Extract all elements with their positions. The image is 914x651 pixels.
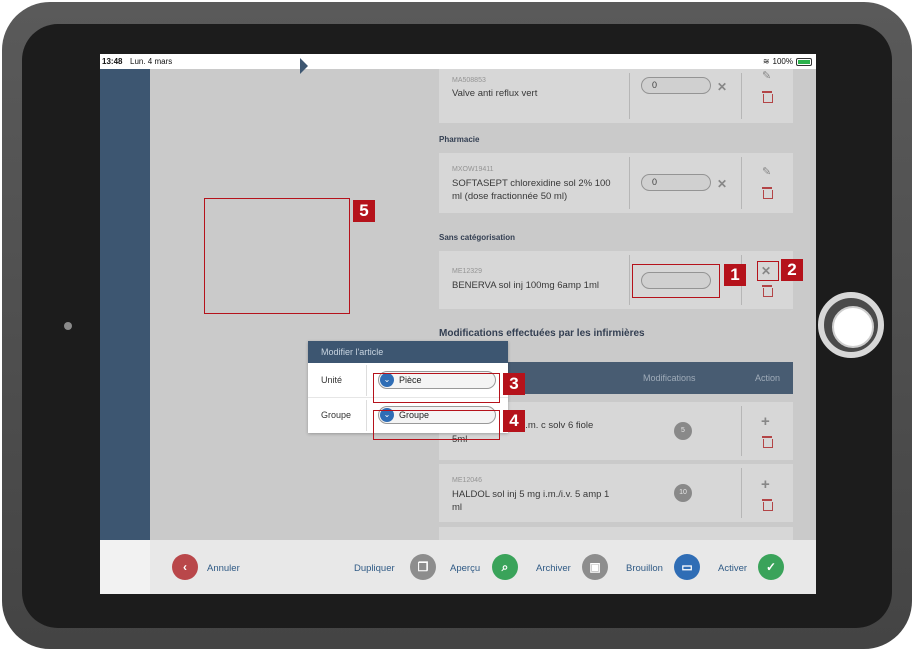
status-time: 13:48	[102, 57, 123, 66]
activate-label: Activer	[718, 563, 748, 574]
status-date: Lun. 4 mars	[130, 57, 173, 66]
annotation-box-1	[632, 264, 720, 298]
draft-button[interactable]: Brouillon ▭	[626, 540, 710, 594]
annotation-box-4	[373, 410, 500, 440]
annotation-number-4: 4	[503, 410, 525, 432]
check-icon: ✓	[758, 554, 784, 580]
annotation-box-5	[204, 198, 350, 314]
annotation-number-3: 3	[503, 373, 525, 395]
divider	[366, 400, 367, 431]
battery-icon	[796, 57, 812, 66]
unit-label: Unité	[321, 375, 343, 385]
app-screen: 13:48 Lun. 4 mars ≋ 100% MA508853 Valve …	[100, 54, 816, 594]
draft-label: Brouillon	[626, 563, 663, 574]
annotation-box-2	[757, 261, 779, 281]
group-label: Groupe	[321, 410, 352, 420]
battery-label: 100%	[772, 57, 793, 66]
popover-title: Modifier l'article	[308, 341, 508, 363]
folder-icon: ▭	[674, 554, 700, 580]
popover-arrow	[300, 58, 308, 74]
annotation-box-3	[373, 373, 500, 403]
back-arrow-icon: ‹	[172, 554, 198, 580]
annotation-number-1: 1	[724, 264, 746, 286]
search-icon: ⌕	[492, 554, 518, 580]
archive-label: Archiver	[536, 563, 571, 574]
annotation-number-5: 5	[353, 200, 375, 222]
status-bar: 13:48 Lun. 4 mars ≋ 100%	[100, 54, 816, 69]
preview-button[interactable]: Aperçu ⌕	[450, 540, 530, 594]
annotation-number-2: 2	[781, 259, 803, 281]
archive-button[interactable]: Archiver ▣	[536, 540, 620, 594]
cancel-label: Annuler	[207, 563, 240, 574]
duplicate-label: Dupliquer	[354, 563, 395, 574]
duplicate-icon: ❐	[410, 554, 436, 580]
save-icon: ▣	[582, 554, 608, 580]
wifi-icon: ≋	[762, 57, 770, 66]
divider	[366, 365, 367, 396]
preview-label: Aperçu	[450, 563, 481, 574]
home-button[interactable]	[818, 292, 884, 358]
cancel-button[interactable]: ‹ Annuler	[172, 540, 252, 594]
duplicate-button[interactable]: Dupliquer ❐	[354, 540, 438, 594]
activate-button[interactable]: Activer ✓	[718, 540, 798, 594]
bottom-action-bar: ‹ Annuler Dupliquer ❐ Aperçu ⌕ Archiver …	[150, 540, 816, 594]
camera-icon	[64, 322, 72, 330]
side-nav	[100, 69, 150, 540]
